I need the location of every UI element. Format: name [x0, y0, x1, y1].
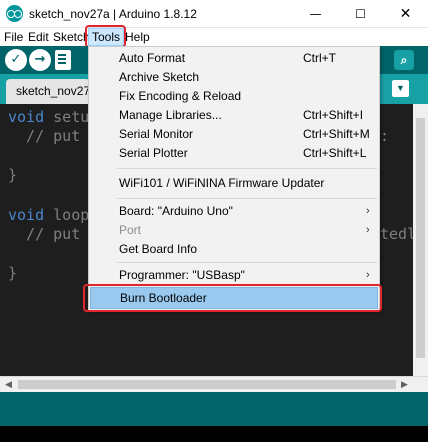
code-line: }	[8, 264, 18, 282]
code-line: // put	[8, 127, 81, 145]
menu-item-label: WiFi101 / WiFiNINA Firmware Updater	[119, 176, 325, 190]
code-line: }	[8, 166, 18, 184]
menu-item-fix-encoding[interactable]: Fix Encoding & Reload	[90, 87, 378, 106]
menu-item-auto-format[interactable]: Auto Format Ctrl+T	[90, 49, 378, 68]
code-line: void setu	[8, 108, 90, 126]
submenu-arrow-icon: ›	[366, 224, 370, 236]
menu-item-label: Fix Encoding & Reload	[119, 89, 242, 103]
menu-edit[interactable]: Edit	[25, 28, 52, 46]
menu-item-label: Programmer: "USBasp"	[119, 268, 245, 282]
menu-item-firmware-updater[interactable]: WiFi101 / WiFiNINA Firmware Updater	[90, 174, 378, 193]
horizontal-scroll-thumb[interactable]	[18, 380, 396, 389]
tools-menu-highlight-outline	[85, 25, 126, 48]
vertical-scrollbar[interactable]	[413, 104, 428, 376]
menu-item-shortcut: Ctrl+Shift+L	[303, 146, 367, 160]
console-output	[0, 426, 428, 442]
scroll-right-icon[interactable]: ▶	[401, 379, 408, 390]
title-bar: sketch_nov27a | Arduino 1.8.12 — ☐ ✕	[0, 0, 428, 28]
menu-item-programmer[interactable]: Programmer: "USBasp" ›	[90, 266, 378, 285]
code-line: // put	[8, 225, 81, 243]
verify-button[interactable]: ✓	[5, 49, 27, 71]
maximize-button[interactable]: ☐	[338, 0, 383, 28]
menu-item-label: Get Board Info	[119, 242, 198, 256]
menu-item-serial-plotter[interactable]: Serial Plotter Ctrl+Shift+L	[90, 144, 378, 163]
code-fragment: tedl	[380, 225, 413, 243]
menu-item-manage-libraries[interactable]: Manage Libraries... Ctrl+Shift+I	[90, 106, 378, 125]
menu-bar: File Edit Sketch Tools Help	[0, 28, 428, 46]
menu-item-shortcut: Ctrl+Shift+I	[303, 108, 364, 122]
menu-item-label: Port	[119, 223, 142, 237]
tab-menu-button[interactable]: ▼	[392, 80, 409, 97]
upload-button[interactable]: →	[29, 49, 51, 71]
window-title: sketch_nov27a | Arduino 1.8.12	[29, 7, 197, 21]
menu-file[interactable]: File	[1, 28, 26, 46]
menu-item-label: Board: "Arduino Uno"	[119, 204, 233, 218]
arduino-logo-icon	[6, 5, 23, 22]
close-button[interactable]: ✕	[383, 0, 428, 28]
submenu-arrow-icon: ›	[366, 205, 370, 217]
menu-item-board[interactable]: Board: "Arduino Uno" ›	[90, 202, 378, 221]
minimize-button[interactable]: —	[293, 0, 338, 28]
menu-item-label: Auto Format	[119, 51, 186, 65]
menu-item-shortcut: Ctrl+T	[303, 51, 336, 65]
menu-separator	[117, 168, 377, 169]
vertical-scroll-thumb[interactable]	[416, 118, 425, 358]
menu-help[interactable]: Help	[122, 28, 153, 46]
menu-item-get-board-info[interactable]: Get Board Info	[90, 240, 378, 259]
menu-item-label: Manage Libraries...	[119, 108, 222, 122]
menu-item-serial-monitor[interactable]: Serial Monitor Ctrl+Shift+M	[90, 125, 378, 144]
tab-sketch-file[interactable]: sketch_nov27a	[6, 79, 90, 104]
menu-item-archive-sketch[interactable]: Archive Sketch	[90, 68, 378, 87]
menu-item-label: Serial Plotter	[119, 146, 188, 160]
submenu-arrow-icon: ›	[366, 269, 370, 281]
menu-item-label: Serial Monitor	[119, 127, 194, 141]
code-fragment: :	[380, 127, 390, 145]
menu-item-shortcut: Ctrl+Shift+M	[303, 127, 370, 141]
menu-separator	[117, 198, 377, 199]
menu-item-port: Port ›	[90, 221, 378, 240]
status-bar	[0, 392, 428, 426]
code-line: void loop	[8, 206, 90, 224]
horizontal-scrollbar[interactable]: ◀ ▶	[0, 376, 428, 392]
menu-separator	[117, 262, 377, 263]
tools-dropdown-menu: Auto Format Ctrl+T Archive Sketch Fix En…	[88, 46, 380, 311]
serial-monitor-button[interactable]: ⌕	[394, 50, 414, 70]
new-sketch-button[interactable]	[55, 50, 71, 70]
scroll-left-icon[interactable]: ◀	[5, 379, 12, 390]
burn-bootloader-highlight-outline	[83, 284, 382, 312]
menu-item-label: Archive Sketch	[119, 70, 200, 84]
